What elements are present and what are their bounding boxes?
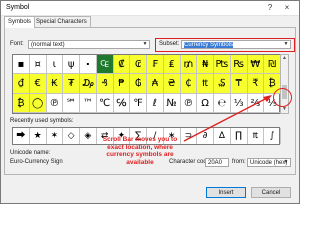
chevron-down-icon: ▼ — [283, 41, 289, 47]
scroll-down-icon[interactable]: ▼ — [281, 106, 288, 113]
recent-symbol-cell[interactable]: ₶ — [248, 128, 265, 144]
symbol-cell[interactable]: ₢ — [130, 55, 147, 75]
from-dropdown[interactable]: Unicode (hex) ▼ — [247, 158, 291, 167]
symbol-cell[interactable]: ₱ — [113, 74, 131, 94]
symbol-cell[interactable]: ℮ — [214, 93, 231, 113]
scrollbar-highlight-circle — [273, 88, 292, 107]
symbol-cell[interactable]: ₫ — [13, 74, 30, 94]
symbol-cell[interactable]: ₷ — [214, 74, 231, 94]
symbol-cell[interactable]: ₴ — [163, 74, 181, 94]
recent-symbol-cell[interactable]: ∂ — [197, 128, 214, 144]
symbol-cell[interactable]: ₸ — [230, 74, 248, 94]
cancel-button[interactable]: Cancel — [251, 187, 291, 198]
unicode-name-label: Unicode name: — [10, 150, 51, 156]
recent-symbol-cell[interactable]: ◇ — [63, 128, 80, 144]
symbol-cell[interactable]: ⅔ — [247, 93, 265, 113]
window-title: Symbol — [6, 4, 30, 11]
recent-symbol-cell[interactable]: ∏ — [231, 128, 248, 144]
symbol-cell[interactable]: № — [163, 93, 181, 113]
annotation-text: Scroll Bar moves you to exact location, … — [102, 136, 178, 166]
character-code-input[interactable]: 20A0 — [205, 158, 229, 167]
symbol-cell[interactable]: ₮ — [63, 74, 80, 94]
symbol-cell[interactable]: ₡ — [113, 55, 131, 75]
recent-symbol-cell[interactable]: ◈ — [80, 128, 97, 144]
tab-special-characters[interactable]: Special Characters — [32, 16, 91, 27]
symbol-cell[interactable]: ₯ — [80, 74, 97, 94]
symbol-cell[interactable]: ₲ — [130, 74, 147, 94]
symbol-cell[interactable]: ι — [46, 55, 64, 75]
subset-label: Subset: — [159, 41, 180, 47]
subset-value: Currency Symbols — [184, 42, 234, 48]
title-bar: Symbol ? × — [1, 1, 299, 16]
symbol-cell[interactable]: ₣ — [147, 55, 164, 75]
symbol-cell[interactable]: ₪ — [264, 55, 281, 75]
symbol-cell[interactable]: ▪ — [13, 55, 30, 75]
font-value: (normal text) — [31, 42, 65, 48]
symbol-cell[interactable]: ₥ — [180, 55, 198, 75]
symbol-dialog: Symbol ? × Symbols Special Characters Fo… — [0, 0, 300, 204]
symbol-cell[interactable]: ₦ — [197, 55, 214, 75]
recent-symbol-cell[interactable]: ⮕ — [13, 128, 30, 144]
symbol-cell[interactable]: ₩ — [247, 55, 265, 75]
symbol-cell[interactable]: ⬝ — [80, 55, 97, 75]
chevron-down-icon: ▼ — [283, 159, 289, 165]
font-label: Font: — [10, 41, 24, 47]
symbol-cell[interactable]: ₨ — [230, 55, 248, 75]
subset-dropdown[interactable]: Currency Symbols ▼ — [181, 40, 291, 49]
unicode-name-value: Euro-Currency Sign — [10, 159, 63, 165]
character-code-value: 20A0 — [208, 160, 223, 166]
symbol-cell[interactable]: ℠ — [63, 93, 80, 113]
symbol-cell[interactable]: ₶ — [197, 74, 214, 94]
symbol-cell[interactable]: ₿ — [13, 93, 30, 113]
close-icon[interactable]: × — [281, 2, 293, 13]
recent-symbols-label: Recently used symbols: — [10, 118, 74, 124]
symbol-cell[interactable]: ◯ — [29, 93, 47, 113]
tab-symbols[interactable]: Symbols — [4, 16, 36, 28]
symbol-cell[interactable]: ¤ — [29, 55, 47, 75]
symbol-cell[interactable]: ₵ — [180, 74, 198, 94]
symbol-cell[interactable]: ₤ — [163, 55, 181, 75]
symbol-cell[interactable]: Ω — [197, 93, 214, 113]
symbol-cell[interactable]: ℗ — [180, 93, 198, 113]
recent-symbol-cell[interactable]: ★ — [30, 128, 47, 144]
symbol-cell[interactable]: ⅓ — [230, 93, 248, 113]
recent-symbol-cell[interactable]: ∫ — [264, 128, 281, 144]
symbol-cell[interactable]: ₰ — [96, 74, 114, 94]
symbol-cell[interactable]: ₹ — [247, 74, 265, 94]
recent-symbol-cell[interactable]: ✶ — [47, 128, 64, 144]
symbol-cell[interactable]: ψ — [63, 55, 80, 75]
symbol-cell[interactable]: ₠ — [96, 55, 114, 75]
chevron-down-icon: ▼ — [142, 41, 148, 47]
help-icon[interactable]: ? — [264, 2, 276, 13]
symbol-grid: ▪ ¤ ι ψ ⬝ ₠ ₡ ₢ ₣ ₤ ₥ ₦ ₧ ₨ ₩ ₪ ₫ € ₭ ₮ ₯ ₰ ₱ ₲ ₳ ₴ ₵ ₶ ₷ ₸ ₹ ₿ ₿ ◯ ℗ ℠ ™ ℃ ℅ ℉… — [12, 54, 281, 114]
symbol-cell[interactable]: ℓ — [147, 93, 164, 113]
symbol-cell[interactable]: ₭ — [46, 74, 64, 94]
symbol-cell[interactable]: ℃ — [96, 93, 114, 113]
symbol-cell[interactable]: ₧ — [214, 55, 231, 75]
symbol-cell[interactable]: ℗ — [46, 93, 64, 113]
symbol-cell[interactable]: ₳ — [147, 74, 164, 94]
font-dropdown[interactable]: (normal text) ▼ — [28, 40, 150, 49]
symbol-cell[interactable]: ℉ — [130, 93, 147, 113]
symbol-cell[interactable]: € — [29, 74, 47, 94]
recent-symbol-cell[interactable]: ∆ — [214, 128, 231, 144]
insert-button[interactable]: Insert — [206, 187, 246, 198]
from-label: from: — [232, 159, 246, 165]
symbol-cell[interactable]: ℅ — [113, 93, 131, 113]
symbol-cell[interactable]: ™ — [80, 93, 97, 113]
scroll-up-icon[interactable]: ▲ — [281, 55, 288, 62]
